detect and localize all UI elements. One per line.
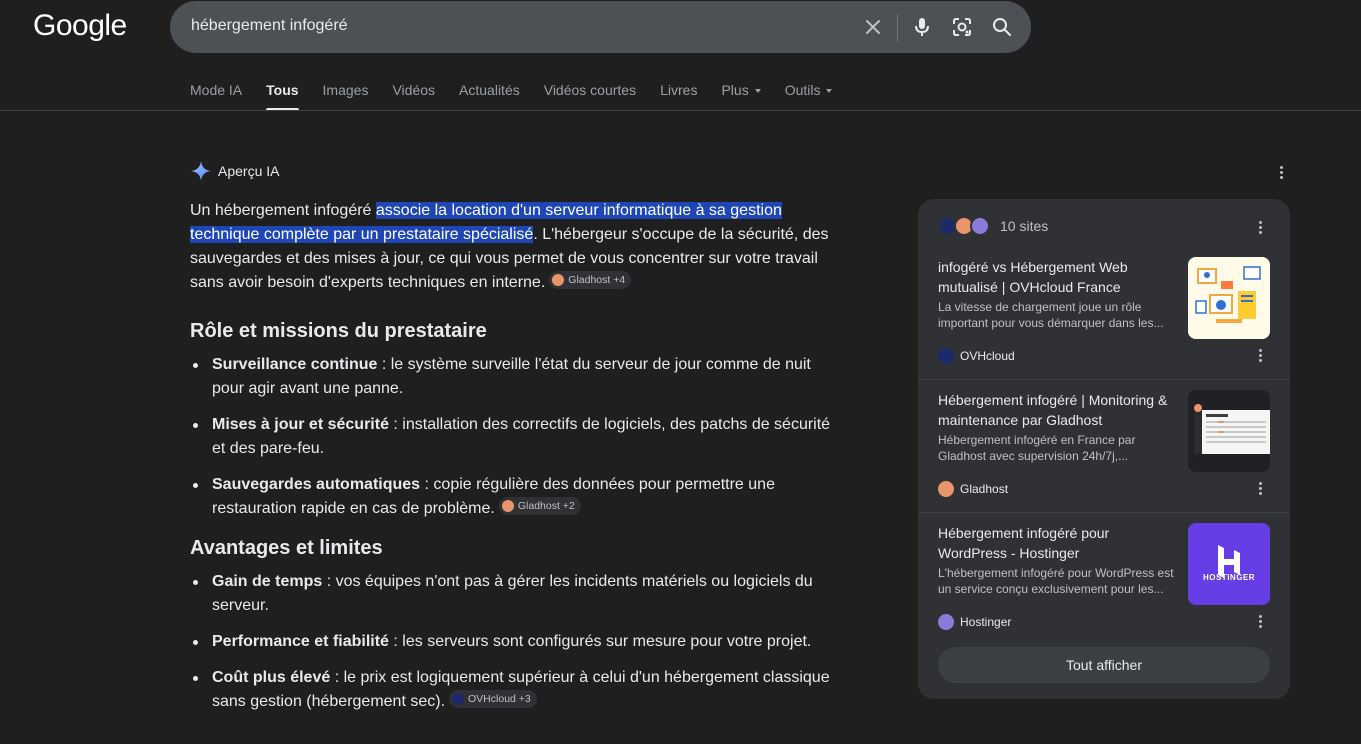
gladhost-favicon: [501, 500, 514, 512]
hostinger-favicon: [938, 614, 954, 630]
tab-videos-courtes[interactable]: Vidéos courtes: [544, 82, 636, 110]
ovhcloud-favicon: [452, 693, 465, 705]
list-item: Surveillance continue : le système surve…: [190, 353, 840, 401]
source-site-name: Hostinger: [960, 615, 1012, 629]
search-icon[interactable]: [990, 15, 1014, 39]
list-item: Sauvegardes automatiques : copie réguliè…: [190, 473, 840, 521]
source-chip[interactable]: Gladhost +4: [549, 271, 632, 289]
intro-text-start: Un hébergement infogéré: [190, 202, 376, 219]
sources-card: 10 sites infogéré vs Hébergement Web mut…: [918, 199, 1290, 699]
hostinger-logo-icon: [1188, 523, 1270, 605]
search-tabs: Mode IA Tous Images Vidéos Actualités Vi…: [190, 82, 856, 112]
item-title: Sauvegardes automatiques: [212, 476, 421, 493]
search-divider: [897, 14, 898, 42]
more-options-icon[interactable]: [1252, 480, 1268, 496]
header-divider: [0, 110, 1361, 111]
lens-icon[interactable]: [950, 15, 974, 39]
gladhost-favicon: [552, 274, 565, 286]
tab-actualites[interactable]: Actualités: [459, 82, 520, 110]
source-site-name: OVHcloud: [960, 349, 1015, 363]
ai-overview-content: Un hébergement infogéré associe la locat…: [190, 199, 840, 726]
chevron-down-icon: [826, 89, 833, 94]
item-title: Mises à jour et sécurité: [212, 416, 389, 433]
source-thumbnail[interactable]: [1188, 257, 1270, 339]
source-title[interactable]: Hébergement infogéré pour WordPress - Ho…: [938, 523, 1173, 563]
list-item: Gain de temps : vos équipes n'ont pas à …: [190, 570, 840, 618]
source-item[interactable]: Hébergement infogéré | Monitoring & main…: [938, 390, 1270, 500]
source-description: Hébergement infogéré en France par Gladh…: [938, 433, 1136, 463]
more-options-icon[interactable]: [1252, 613, 1268, 629]
source-item[interactable]: Hébergement infogéré pour WordPress - Ho…: [938, 523, 1270, 633]
clear-icon[interactable]: [861, 15, 885, 39]
source-description: La vitesse de chargement joue un rôle im…: [938, 300, 1164, 330]
hostinger-wordmark: HOSTINGER: [1202, 573, 1256, 582]
source-thumbnail[interactable]: HOSTINGER: [1188, 523, 1270, 605]
source-thumbnail[interactable]: [1188, 390, 1270, 472]
divider: [918, 379, 1290, 380]
source-chip-label: OVHcloud +3: [468, 693, 531, 705]
tab-videos[interactable]: Vidéos: [392, 82, 435, 110]
source-chip-label: Gladhost +2: [517, 500, 575, 512]
tab-tous[interactable]: Tous: [266, 82, 299, 111]
source-site[interactable]: OVHcloud: [938, 348, 1015, 364]
tab-outils[interactable]: Outils: [785, 82, 833, 110]
list-item: Coût plus élevé : le prix est logiquemen…: [190, 666, 840, 714]
more-options-icon[interactable]: [1252, 347, 1268, 363]
ai-overview-title: Aperçu IA: [218, 163, 280, 179]
show-all-button[interactable]: Tout afficher: [938, 647, 1270, 683]
sources-header[interactable]: 10 sites: [938, 216, 1048, 236]
source-site[interactable]: Hostinger: [938, 614, 1011, 630]
tab-outils-label: Outils: [784, 82, 821, 98]
favicon-stack: [938, 216, 992, 236]
item-title: Performance et fiabilité: [212, 633, 389, 650]
section-heading: Rôle et missions du prestataire: [190, 320, 487, 342]
microphone-icon[interactable]: [910, 15, 934, 39]
source-description: L'hébergement infogéré pour WordPress es…: [938, 566, 1174, 596]
source-site[interactable]: Gladhost: [938, 481, 1008, 497]
hostinger-favicon: [970, 216, 990, 236]
item-text: : les serveurs sont configurés sur mesur…: [388, 633, 812, 650]
google-logo[interactable]: Google: [33, 9, 127, 43]
bullet-list: Gain de temps : vos équipes n'ont pas à …: [190, 570, 840, 714]
ovhcloud-favicon: [938, 348, 954, 364]
item-title: Gain de temps: [212, 573, 323, 590]
source-chip[interactable]: Gladhost +2: [498, 497, 581, 515]
source-item[interactable]: infogéré vs Hébergement Web mutualisé | …: [938, 257, 1270, 367]
list-item: Mises à jour et sécurité : installation …: [190, 413, 840, 461]
ai-overview-intro: Un hébergement infogéré associe la locat…: [190, 199, 840, 295]
source-title[interactable]: infogéré vs Hébergement Web mutualisé | …: [938, 257, 1173, 297]
more-options-icon[interactable]: [1273, 164, 1289, 180]
tab-plus[interactable]: Plus: [721, 82, 761, 110]
ai-overview-header: Aperçu IA: [190, 160, 279, 182]
source-chip[interactable]: OVHcloud +3: [449, 690, 537, 708]
search-bar[interactable]: hébergement infogéré: [170, 1, 1031, 53]
tab-mode-ia[interactable]: Mode IA: [190, 82, 242, 110]
item-title: Surveillance continue: [212, 356, 378, 373]
more-options-icon[interactable]: [1252, 219, 1268, 235]
tab-images[interactable]: Images: [323, 82, 369, 110]
source-title[interactable]: Hébergement infogéré | Monitoring & main…: [938, 390, 1173, 430]
sparkle-icon: [191, 161, 211, 181]
sources-count: 10 sites: [1000, 218, 1049, 234]
source-chip-label: Gladhost +4: [568, 274, 626, 286]
chevron-down-icon: [754, 89, 761, 94]
section-heading: Avantages et limites: [190, 537, 383, 559]
source-site-name: Gladhost: [960, 482, 1009, 496]
tab-livres[interactable]: Livres: [660, 82, 697, 110]
search-input[interactable]: hébergement infogéré: [191, 17, 348, 35]
divider: [918, 512, 1290, 513]
list-item: Performance et fiabilité : les serveurs …: [190, 630, 840, 654]
tab-plus-label: Plus: [721, 82, 749, 98]
gladhost-favicon: [938, 481, 954, 497]
item-title: Coût plus élevé: [212, 669, 331, 686]
bullet-list: Surveillance continue : le système surve…: [190, 353, 840, 521]
